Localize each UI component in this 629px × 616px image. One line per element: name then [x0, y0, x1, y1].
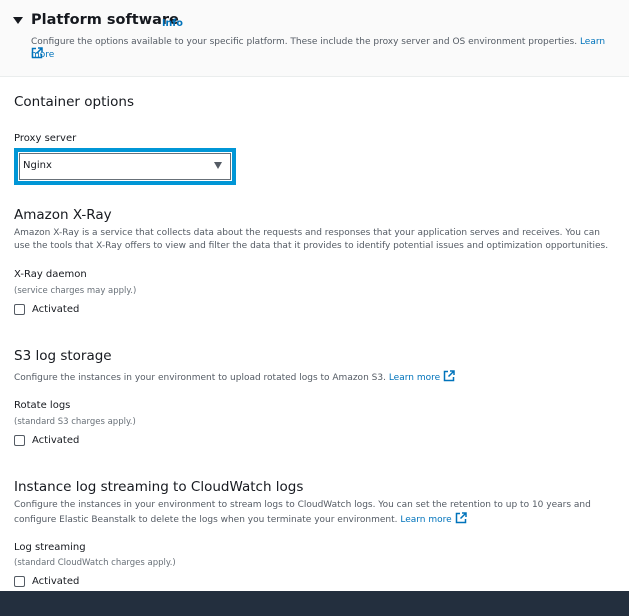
external-link-icon[interactable]: [455, 512, 467, 524]
platform-software-header: Platform software Info Configure the opt…: [0, 0, 629, 77]
log-streaming-checkbox-row[interactable]: Activated: [14, 574, 79, 588]
collapse-caret-icon[interactable]: [13, 17, 23, 24]
xray-daemon-hint: (service charges may apply.): [14, 286, 137, 296]
section-title-platform-software: Platform software: [31, 12, 179, 28]
external-link-icon[interactable]: [31, 47, 43, 59]
log-streaming-label: Log streaming: [14, 542, 86, 553]
cloudwatch-description-text: Configure the instances in your environm…: [14, 500, 591, 525]
footer-bar: [0, 591, 629, 616]
section-title-cloudwatch-logs: Instance log streaming to CloudWatch log…: [14, 479, 304, 495]
xray-activated-checkbox[interactable]: [14, 303, 25, 315]
proxy-server-select-focus: Nginx: [14, 148, 236, 185]
rotate-logs-activated-label: Activated: [32, 434, 80, 446]
proxy-server-label: Proxy server: [14, 133, 77, 144]
rotate-logs-checkbox-row[interactable]: Activated: [14, 433, 79, 447]
xray-activated-label: Activated: [32, 303, 80, 315]
section-title-s3-log-storage: S3 log storage: [14, 348, 112, 364]
cloudwatch-learn-more-link[interactable]: Learn more: [400, 515, 451, 525]
section-title-xray: Amazon X-Ray: [14, 207, 112, 223]
xray-description: Amazon X-Ray is a service that collects …: [14, 228, 609, 251]
proxy-server-select[interactable]: Nginx: [19, 153, 231, 180]
platform-description: Configure the options available to your …: [31, 36, 621, 62]
log-streaming-activated-label: Activated: [32, 575, 80, 587]
section-title-container-options: Container options: [14, 94, 134, 110]
external-link-icon[interactable]: [443, 370, 455, 382]
xray-daemon-label: X-Ray daemon: [14, 269, 87, 280]
xray-activated-checkbox-row[interactable]: Activated: [14, 302, 79, 316]
cloudwatch-description: Configure the instances in your environm…: [14, 499, 614, 527]
s3-description: Configure the instances in your environm…: [14, 370, 614, 385]
rotate-logs-label: Rotate logs: [14, 400, 71, 411]
log-streaming-checkbox[interactable]: [14, 575, 25, 587]
info-link[interactable]: Info: [162, 18, 183, 29]
log-streaming-hint: (standard CloudWatch charges apply.): [14, 558, 176, 568]
s3-description-text: Configure the instances in your environm…: [14, 373, 386, 383]
dropdown-arrow-icon: [214, 162, 222, 169]
rotate-logs-hint: (standard S3 charges apply.): [14, 417, 136, 427]
proxy-server-selected-value: Nginx: [23, 160, 52, 171]
platform-description-text: Configure the options available to your …: [31, 37, 578, 47]
rotate-logs-checkbox[interactable]: [14, 434, 25, 446]
s3-learn-more-link[interactable]: Learn more: [389, 373, 440, 383]
